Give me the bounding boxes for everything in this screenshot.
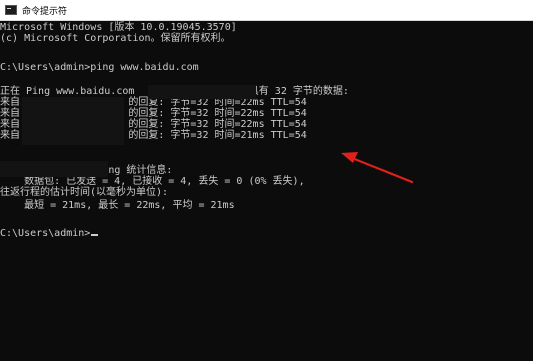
red-arrow-annotation [341, 152, 414, 184]
command-prompt-window: 命令提示符 Microsoft Windows [版本 10.0.19045.3… [0, 0, 533, 361]
